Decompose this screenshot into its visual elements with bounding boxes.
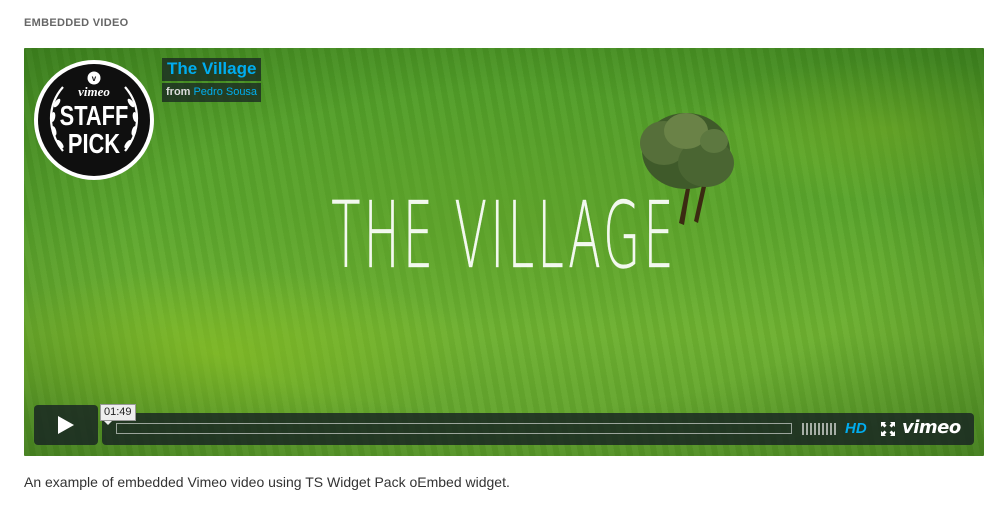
staff-pick-badge[interactable]: v vimeo STAFF PICK	[33, 59, 155, 181]
section-label: EMBEDDED VIDEO	[24, 17, 129, 29]
video-player[interactable]: THE VILLAGE v vimeo STAFF PICK The Villa…	[24, 48, 984, 456]
video-title-link[interactable]: The Village	[162, 58, 262, 81]
badge-brand: vimeo	[78, 84, 110, 99]
video-caption: An example of embedded Vimeo video using…	[24, 474, 510, 490]
hd-button[interactable]: HD	[845, 419, 867, 439]
play-button[interactable]	[34, 405, 98, 445]
fullscreen-icon[interactable]	[881, 422, 895, 436]
byline: from Pedro Sousa	[162, 83, 262, 102]
progress-bar[interactable]	[116, 423, 792, 434]
video-title-overlay: THE VILLAGE	[331, 182, 677, 289]
play-icon	[58, 416, 74, 434]
time-tooltip: 01:49	[100, 404, 136, 425]
volume-icon[interactable]	[802, 423, 836, 435]
byline-from: from	[166, 86, 191, 98]
badge-line1: STAFF	[60, 100, 129, 131]
author-link[interactable]: Pedro Sousa	[193, 86, 257, 98]
control-bar: HD vimeo	[102, 413, 974, 445]
badge-line2: PICK	[68, 128, 120, 159]
vimeo-logo[interactable]: vimeo	[902, 417, 961, 439]
svg-text:v: v	[92, 74, 97, 83]
video-title-box: The Village from Pedro Sousa	[162, 58, 262, 102]
